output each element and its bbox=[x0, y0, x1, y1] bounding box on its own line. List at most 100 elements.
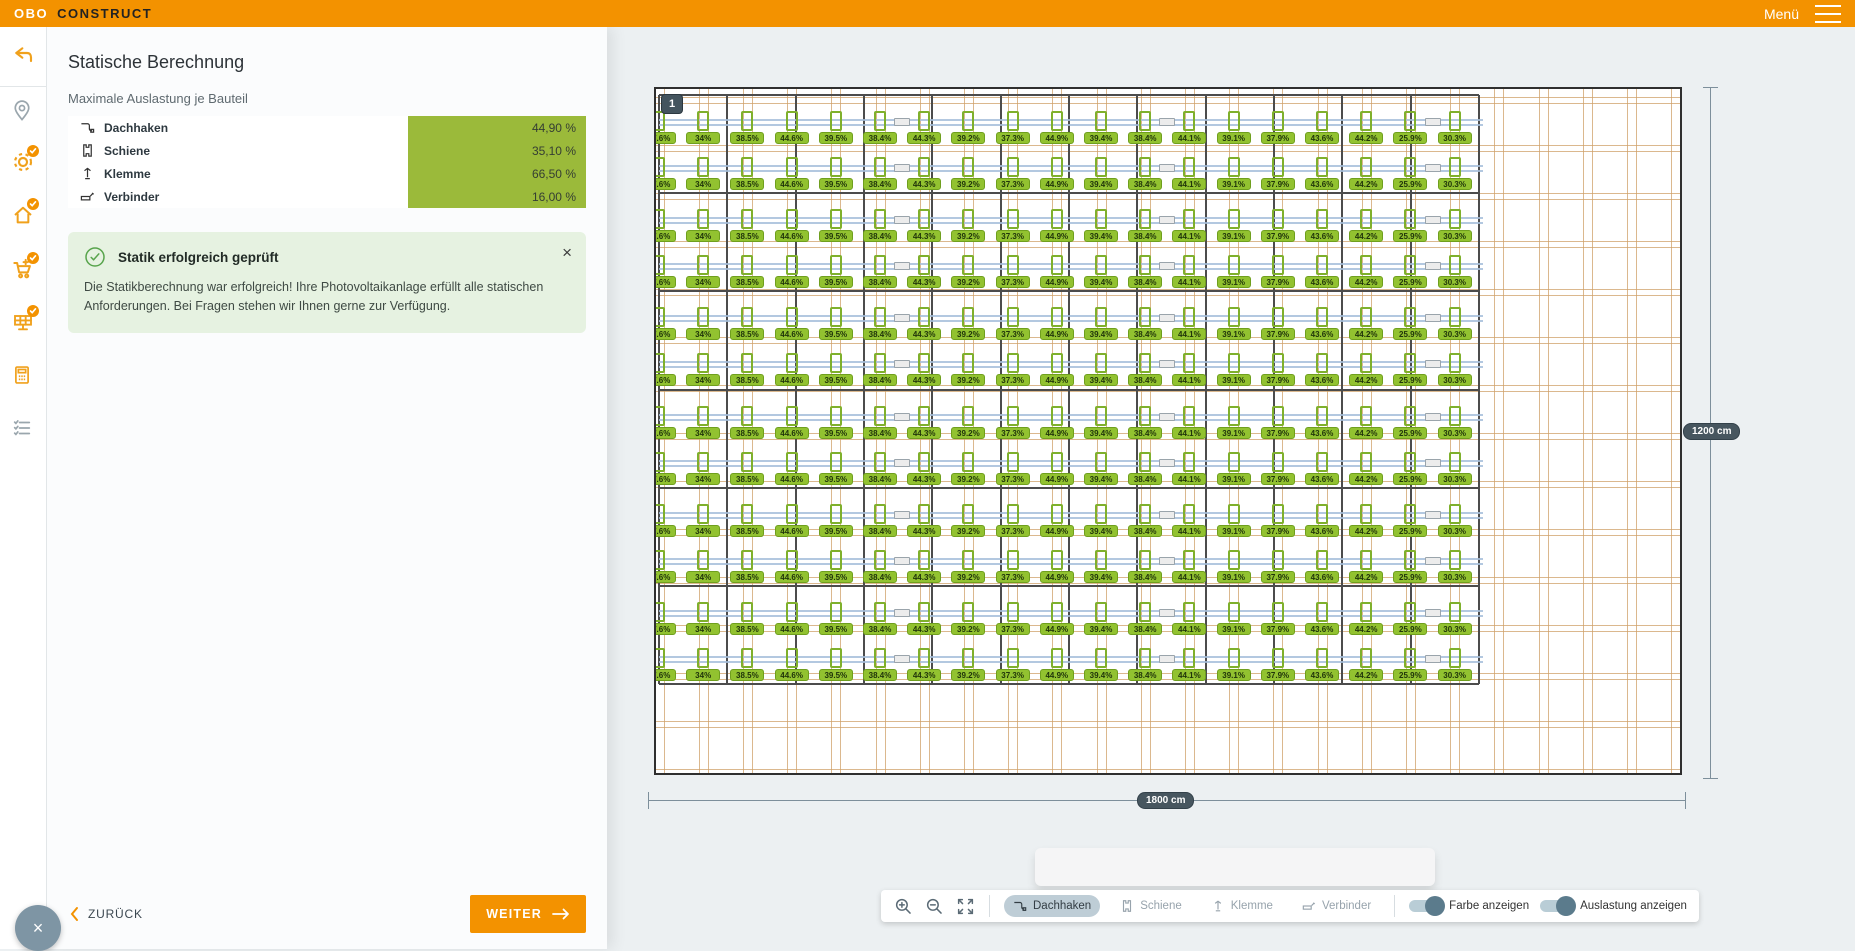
toggle-clamps-button[interactable]: Klemme bbox=[1202, 895, 1282, 917]
roof-hook bbox=[874, 255, 886, 275]
hook-utilization-label: 44.6% bbox=[775, 132, 809, 144]
roof-hook bbox=[654, 602, 665, 622]
hook-utilization-label: 44.6% bbox=[775, 669, 809, 681]
roof-hook bbox=[1360, 307, 1372, 327]
show-utilization-toggle[interactable]: Auslastung anzeigen bbox=[1540, 900, 1687, 912]
hook-utilization-label: 43.6% bbox=[1305, 132, 1339, 144]
roof-hook bbox=[1051, 504, 1063, 524]
roof-hook bbox=[1272, 353, 1284, 373]
hook-utilization-label: 39.1% bbox=[1217, 178, 1251, 190]
hook-utilization-label: 27.6% bbox=[654, 178, 676, 190]
summary-step-icon[interactable] bbox=[11, 417, 35, 441]
batten-line bbox=[656, 385, 1682, 386]
batten-line bbox=[656, 481, 1682, 482]
roof-hook bbox=[786, 307, 798, 327]
roof-plan[interactable]: 1 27.6%34%38.5%44.6%39.5%38.4%44.3%39.2%… bbox=[654, 87, 1682, 775]
hook-utilization-label: 44.9% bbox=[1040, 571, 1074, 583]
show-color-toggle[interactable]: Farbe anzeigen bbox=[1409, 900, 1529, 912]
hook-utilization-label: 43.6% bbox=[1305, 525, 1339, 537]
roof-hook bbox=[1316, 157, 1328, 177]
roof-hook bbox=[1183, 209, 1195, 229]
roof-hook bbox=[918, 550, 930, 570]
back-button[interactable]: ZURÜCK bbox=[68, 906, 143, 922]
table-row: Verbinder 16,00 % bbox=[68, 185, 586, 208]
rail-connector bbox=[1159, 118, 1175, 126]
rail-connector bbox=[1425, 216, 1441, 224]
hook-utilization-label: 39.1% bbox=[1217, 230, 1251, 242]
hook-utilization-label: 44.3% bbox=[907, 374, 941, 386]
hook-utilization-label: 38.4% bbox=[1128, 669, 1162, 681]
hook-utilization-label: 44.3% bbox=[907, 623, 941, 635]
roof-hook bbox=[741, 157, 753, 177]
module-row-line bbox=[659, 487, 1479, 489]
rail-connector bbox=[1425, 557, 1441, 565]
roof-hook bbox=[1051, 307, 1063, 327]
hook-utilization-label: 37.9% bbox=[1261, 328, 1295, 340]
hook-utilization-label: 25.9% bbox=[1393, 230, 1427, 242]
location-step-icon[interactable] bbox=[11, 100, 35, 124]
hook-utilization-label: 43.6% bbox=[1305, 571, 1339, 583]
roof-hook bbox=[1360, 157, 1372, 177]
roof-hook bbox=[1404, 209, 1416, 229]
roof-hook bbox=[874, 452, 886, 472]
hook-utilization-label: 44.9% bbox=[1040, 473, 1074, 485]
roof-hook bbox=[654, 504, 665, 524]
roof-hook bbox=[1404, 452, 1416, 472]
toggle-connectors-button[interactable]: Verbinder bbox=[1293, 895, 1380, 917]
hook-utilization-label: 34% bbox=[686, 374, 720, 386]
empty-info-panel bbox=[1035, 848, 1435, 886]
hook-utilization-label: 44.9% bbox=[1040, 669, 1074, 681]
rail-connector bbox=[1159, 609, 1175, 617]
building-step-icon[interactable] bbox=[11, 203, 35, 227]
hook-utilization-label: 37.3% bbox=[996, 571, 1030, 583]
hook-utilization-label: 44.6% bbox=[775, 328, 809, 340]
batten-line bbox=[656, 247, 1682, 248]
roof-hook bbox=[1272, 157, 1284, 177]
menu-label[interactable]: Menü bbox=[1764, 6, 1799, 22]
fit-view-icon[interactable] bbox=[955, 896, 975, 916]
roof-hook bbox=[918, 209, 930, 229]
alert-close-icon[interactable]: × bbox=[562, 244, 572, 261]
roof-hook bbox=[1051, 452, 1063, 472]
hook-utilization-label: 27.6% bbox=[654, 571, 676, 583]
configuration-step-icon[interactable] bbox=[11, 150, 35, 174]
hamburger-menu-icon[interactable] bbox=[1815, 5, 1841, 23]
hook-utilization-label: 37.9% bbox=[1261, 132, 1295, 144]
calculation-step-icon[interactable] bbox=[11, 364, 35, 388]
hook-utilization-label: 25.9% bbox=[1393, 276, 1427, 288]
roof-hook bbox=[1228, 406, 1240, 426]
roof-hook bbox=[1007, 209, 1019, 229]
logo-construct-text: CONSTRUCT bbox=[57, 6, 152, 21]
hook-utilization-label: 37.9% bbox=[1261, 374, 1295, 386]
roof-hook bbox=[1316, 307, 1328, 327]
roof-hook bbox=[741, 255, 753, 275]
next-button[interactable]: WEITER bbox=[470, 895, 586, 933]
batten-line bbox=[656, 439, 1682, 440]
roof-hook bbox=[1404, 353, 1416, 373]
back-arrow-icon[interactable] bbox=[11, 45, 35, 69]
rail-connector bbox=[1425, 164, 1441, 172]
zoom-in-icon[interactable] bbox=[893, 896, 913, 916]
toggle-roof-hooks-button[interactable]: Dachhaken bbox=[1004, 895, 1100, 917]
hook-utilization-label: 44.1% bbox=[1172, 525, 1206, 537]
roof-hook bbox=[1360, 209, 1372, 229]
toggle-rails-button[interactable]: Schiene bbox=[1111, 895, 1191, 917]
cart-step-icon[interactable] bbox=[11, 257, 35, 281]
roof-hook bbox=[1183, 157, 1195, 177]
roof-hook bbox=[874, 353, 886, 373]
roof-hook bbox=[1139, 353, 1151, 373]
rail-connector bbox=[1159, 459, 1175, 467]
pv-modules-step-icon[interactable] bbox=[11, 310, 35, 334]
close-floating-button[interactable]: × bbox=[15, 905, 61, 951]
roof-hook bbox=[1051, 111, 1063, 131]
zoom-out-icon[interactable] bbox=[924, 896, 944, 916]
roof-hook bbox=[1095, 255, 1107, 275]
roof-hook bbox=[786, 111, 798, 131]
roof-hook bbox=[1404, 307, 1416, 327]
roof-hook bbox=[1449, 353, 1461, 373]
roof-hook bbox=[962, 157, 974, 177]
hook-utilization-label: 44.6% bbox=[775, 178, 809, 190]
hook-utilization-label: 39.5% bbox=[819, 669, 853, 681]
roof-hook bbox=[1007, 406, 1019, 426]
roof-hook bbox=[830, 353, 842, 373]
